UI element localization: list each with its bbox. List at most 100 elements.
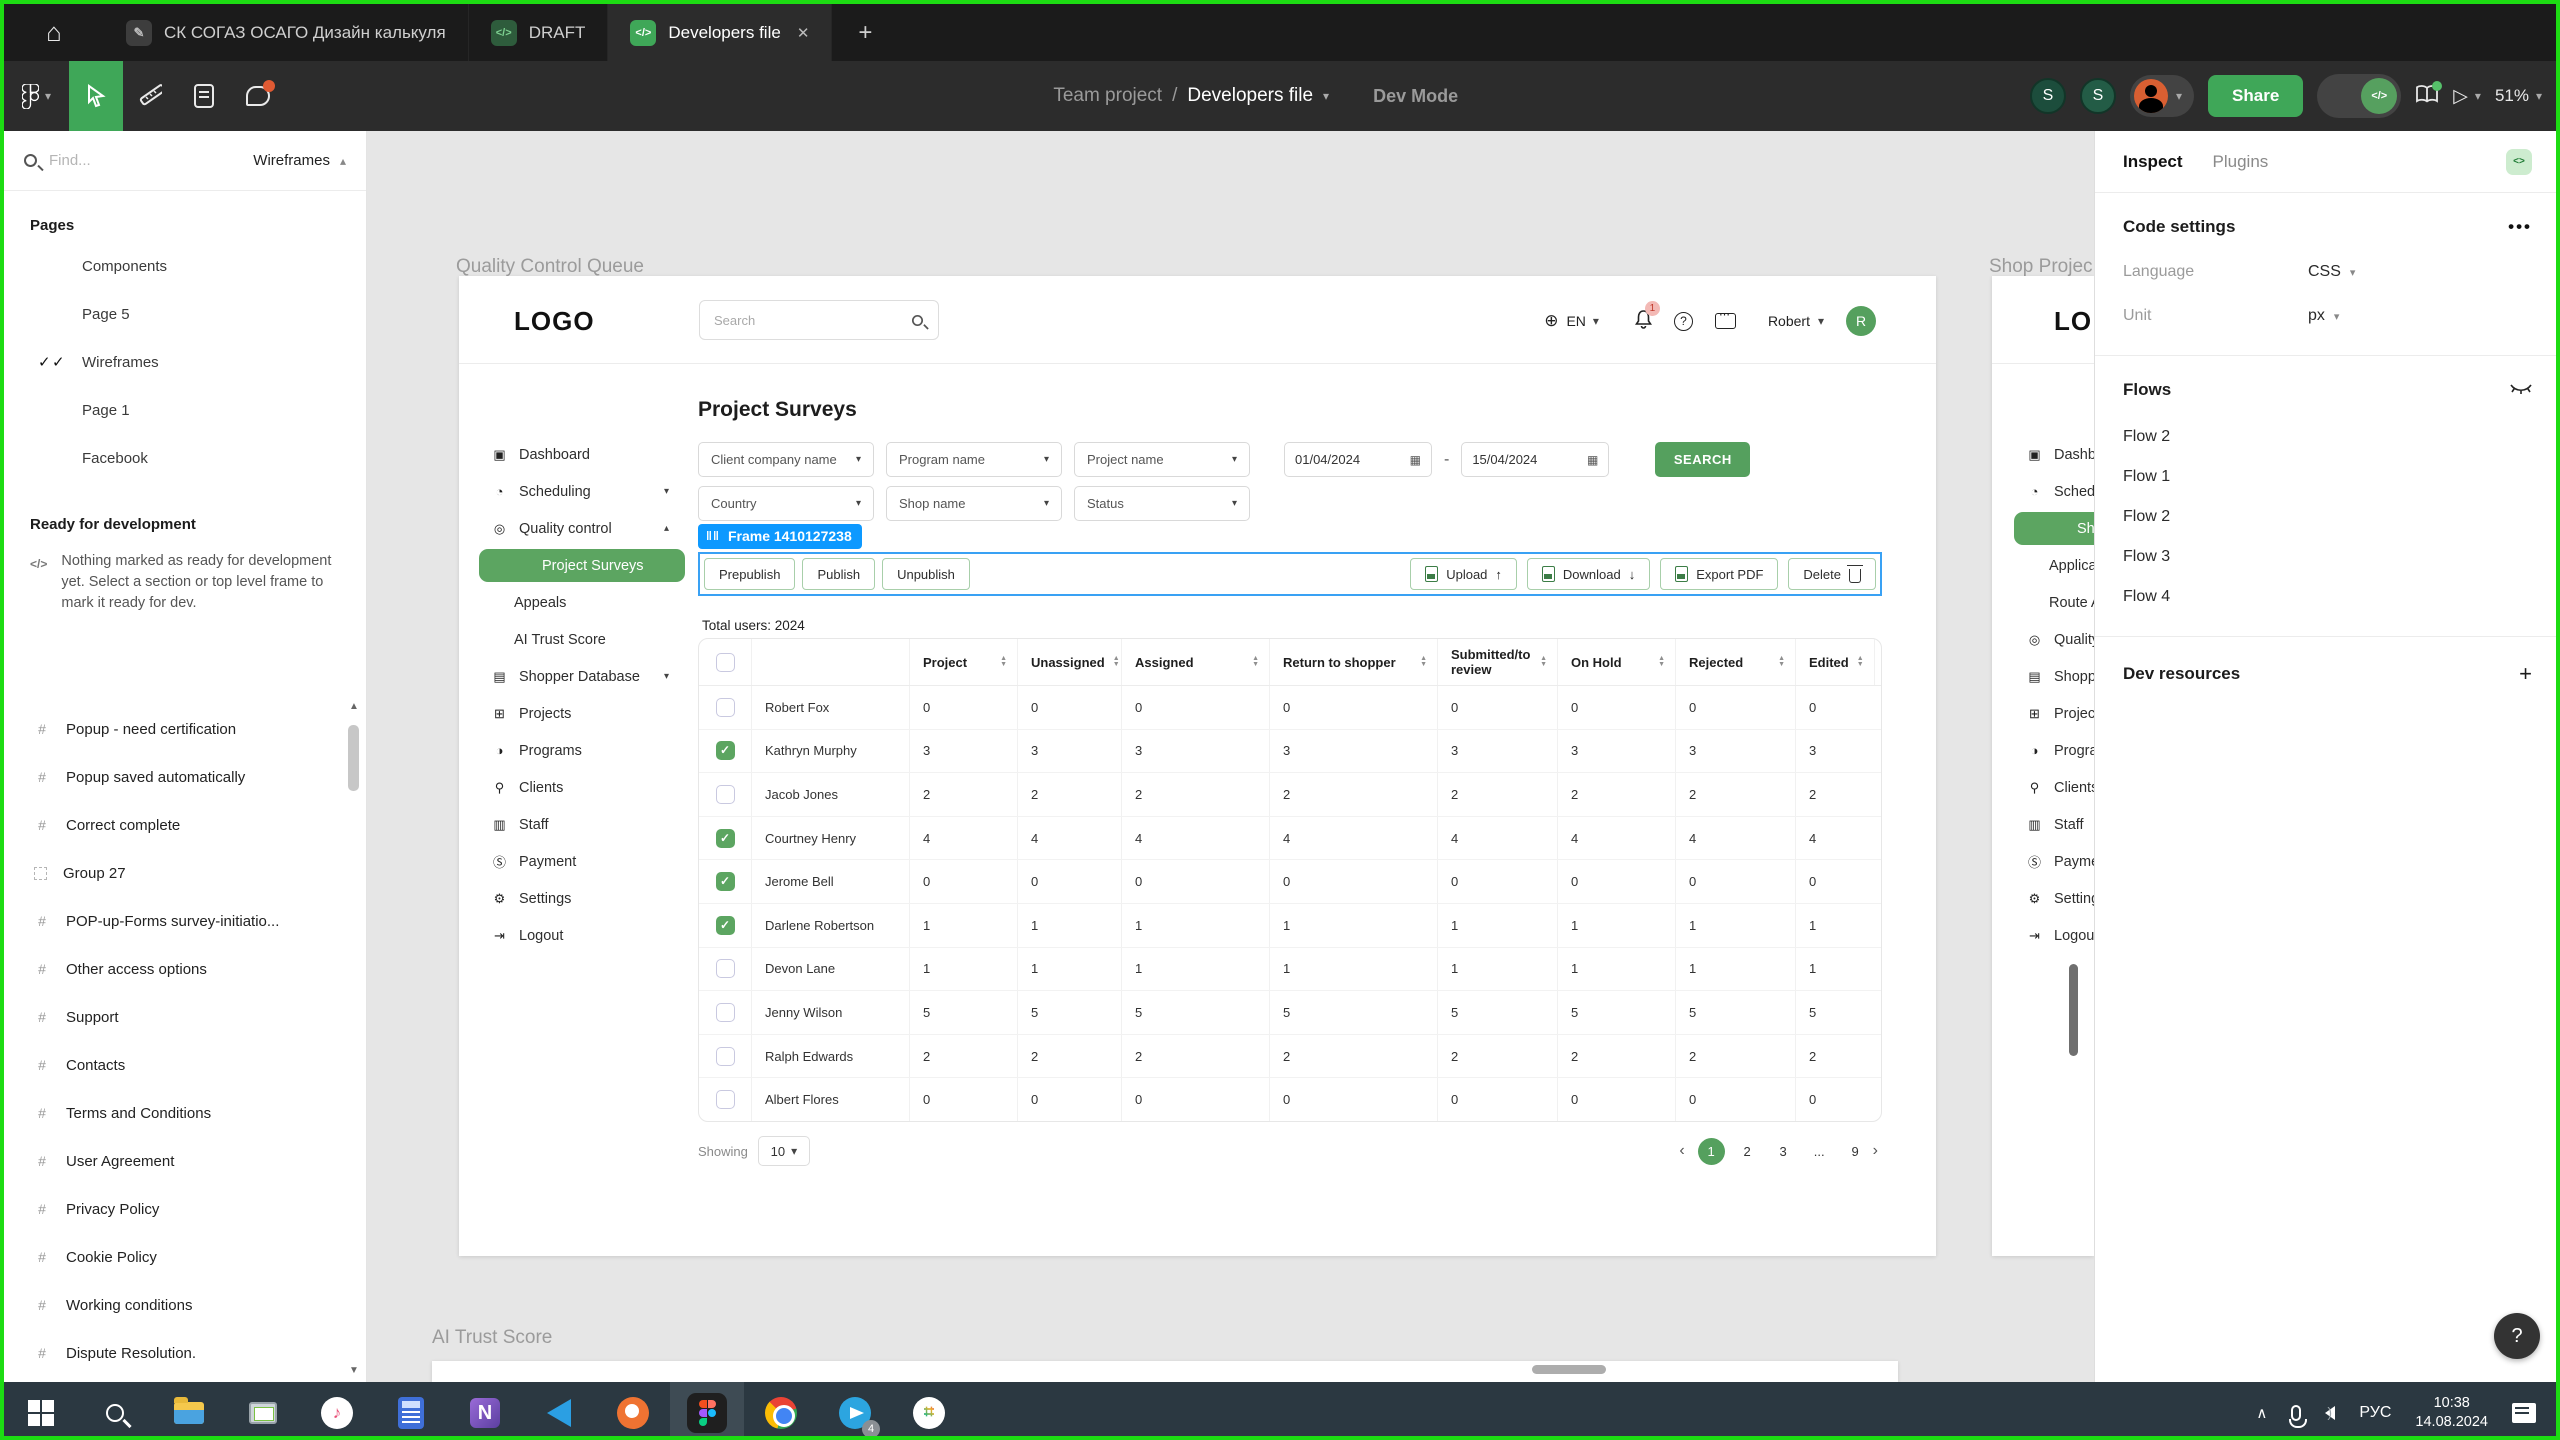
start-button[interactable]	[4, 1382, 78, 1440]
postman-app[interactable]	[596, 1382, 670, 1440]
menu-item[interactable]: ⚲ Clients	[473, 769, 685, 806]
menu-item[interactable]: Shops	[2014, 512, 2094, 545]
dev-mode-toggle[interactable]: </>	[2317, 74, 2401, 118]
table-row[interactable]: Devon Lane 1 1 1 1 1 1 1 1	[699, 948, 1881, 992]
frame2-label[interactable]: Shop Projec	[1989, 256, 2093, 278]
filter-select[interactable]: Status ▾	[1074, 486, 1250, 521]
page-item[interactable]: ✓ ✓ Wireframes	[4, 338, 366, 386]
page-item[interactable]: ⌂ Page 5	[4, 290, 366, 338]
page-number[interactable]: 9	[1842, 1138, 1869, 1165]
row-checkbox[interactable]	[716, 698, 735, 717]
sort-icon[interactable]: ▲▼	[1113, 656, 1120, 668]
layer-item[interactable]: # Dispute Resolution.	[4, 1329, 367, 1377]
figma-help-button[interactable]: ?	[2494, 1313, 2540, 1359]
filter-select[interactable]: Client company name ▾	[698, 442, 874, 477]
user-avatar[interactable]: R	[1846, 306, 1876, 336]
menu-item[interactable]: ◎ Quality control ▴	[473, 510, 685, 547]
column-header[interactable]: Project ▲▼	[909, 639, 1017, 685]
language-select[interactable]: CSS ▾	[2308, 263, 2355, 281]
table-row[interactable]: Ralph Edwards 2 2 2 2 2 2 2 2	[699, 1035, 1881, 1079]
chrome-app[interactable]	[744, 1382, 818, 1440]
library-button[interactable]	[2415, 84, 2439, 109]
table-row[interactable]: Jacob Jones 2 2 2 2 2 2 2 2	[699, 773, 1881, 817]
layer-item[interactable]: # Working conditions	[4, 1281, 367, 1329]
canvas-horizontal-scrollbar[interactable]	[1532, 1365, 1606, 1374]
date-to-input[interactable]: 15/04/2024 ▦	[1461, 442, 1609, 477]
filter-select[interactable]: Project name ▾	[1074, 442, 1250, 477]
menu-item[interactable]: ▣ Dashboa	[2008, 436, 2094, 473]
frame3-label[interactable]: AI Trust Score	[432, 1327, 552, 1349]
menu-item[interactable]: Applicat	[2008, 547, 2094, 584]
row-checkbox[interactable]	[716, 829, 735, 848]
language-selector[interactable]: EN ▾	[1566, 313, 1598, 329]
menu-item[interactable]: ⚙ Settings	[2008, 880, 2094, 917]
browser-tab-1[interactable]: ✎ СК СОГАЗ ОСАГО Дизайн калькуля	[104, 4, 469, 61]
browser-tab-active[interactable]: </> Developers file ✕	[608, 4, 832, 61]
app-search-input[interactable]: Search	[699, 300, 939, 340]
file-explorer[interactable]	[152, 1382, 226, 1440]
more-options-icon[interactable]: •••	[2508, 217, 2532, 237]
page-item[interactable]: ⌂ Page 1	[4, 386, 366, 434]
scroll-down-icon[interactable]: ▼	[349, 1365, 359, 1376]
frame1[interactable]: LOGO Search ⊕ EN ▾ 1 ?	[459, 276, 1936, 1256]
layer-item[interactable]: # POP-up-Forms survey-initiatio...	[4, 897, 367, 945]
browser-tab-2[interactable]: </> DRAFT	[469, 4, 609, 61]
layer-item[interactable]: # Other access options	[4, 945, 367, 993]
figma-app-active[interactable]	[670, 1382, 744, 1440]
table-row[interactable]: Jerome Bell 0 0 0 0 0 0 0 0	[699, 860, 1881, 904]
table-row[interactable]: Courtney Henry 4 4 4 4 4 4 4 4	[699, 817, 1881, 861]
table-row[interactable]: Darlene Robertson 1 1 1 1 1 1 1 1	[699, 904, 1881, 948]
system-monitor-app[interactable]	[226, 1382, 300, 1440]
figma-main-menu[interactable]: ▾	[4, 61, 69, 131]
notification-center-icon[interactable]	[2512, 1403, 2536, 1423]
layer-item[interactable]: # Popup saved automatically	[4, 753, 367, 801]
calculator-app[interactable]	[374, 1382, 448, 1440]
menu-item[interactable]: AI Trust Score	[473, 621, 685, 658]
comments-tool[interactable]	[231, 61, 285, 131]
tab-plugins[interactable]: Plugins	[2213, 152, 2269, 172]
action-button[interactable]: Upload ↑	[1410, 558, 1517, 590]
action-button[interactable]: Export PDF	[1660, 558, 1778, 590]
user-menu[interactable]: Robert ▾	[1768, 313, 1824, 329]
measure-tool[interactable]	[123, 61, 177, 131]
row-checkbox[interactable]	[716, 916, 735, 935]
current-user-menu[interactable]: ▾	[2130, 75, 2194, 117]
row-checkbox[interactable]	[716, 785, 735, 804]
menu-item[interactable]: ▤ Shopper Database ▾	[473, 658, 685, 695]
column-header[interactable]: Assigned ▲▼	[1121, 639, 1269, 685]
row-checkbox[interactable]	[716, 959, 735, 978]
frame3-top-edge[interactable]	[432, 1361, 1898, 1382]
collaborator-avatar[interactable]: S	[2080, 78, 2116, 114]
actions-row-selected[interactable]: Prepublish Publish Unpublish Upload	[698, 552, 1882, 596]
menu-item[interactable]: ▥ Staff	[2008, 806, 2094, 843]
menu-item[interactable]: ▣ Dashboard	[473, 436, 685, 473]
purple-n-app[interactable]: N	[448, 1382, 522, 1440]
chat-icon[interactable]	[1715, 313, 1736, 329]
annotations-tool[interactable]	[177, 61, 231, 131]
action-button[interactable]: Download ↓	[1527, 558, 1650, 590]
menu-item[interactable]: ◔ Scheduling ▾	[473, 473, 685, 510]
menu-item[interactable]: ⇥ Logout	[473, 917, 685, 954]
column-header[interactable]: Submitted/to review ▲▼	[1437, 639, 1557, 685]
zoom-menu[interactable]: 51% ▾	[2495, 86, 2542, 106]
menu-item[interactable]: Route A	[2008, 584, 2094, 621]
menu-item[interactable]: Ⓢ Paymen	[2008, 843, 2094, 880]
table-row[interactable]: Robert Fox 0 0 0 0 0 0 0 0	[699, 686, 1881, 730]
action-button[interactable]: Delete	[1788, 558, 1876, 590]
layer-item[interactable]: # Popup - need certification	[4, 705, 367, 753]
notifications-bell[interactable]: 1	[1635, 310, 1652, 333]
action-button[interactable]: Publish	[802, 558, 875, 590]
sort-icon[interactable]: ▲▼	[1658, 656, 1665, 668]
present-button[interactable]: ▷ ▾	[2453, 85, 2481, 108]
prev-page-button[interactable]: ‹	[1675, 1142, 1688, 1160]
menu-item[interactable]: Ⓢ Payment	[473, 843, 685, 880]
row-checkbox[interactable]	[716, 1090, 735, 1109]
flow-item[interactable]: Flow 2	[2123, 406, 2532, 446]
sort-icon[interactable]: ▲▼	[1778, 656, 1785, 668]
next-page-button[interactable]: ›	[1869, 1142, 1882, 1160]
tab-inspect[interactable]: Inspect	[2123, 152, 2183, 172]
tray-expand-icon[interactable]: ∧	[2256, 1404, 2267, 1422]
find-input[interactable]: Find...	[49, 152, 241, 169]
speaker-icon[interactable]	[2325, 1406, 2335, 1420]
action-button[interactable]: Unpublish	[882, 558, 970, 590]
